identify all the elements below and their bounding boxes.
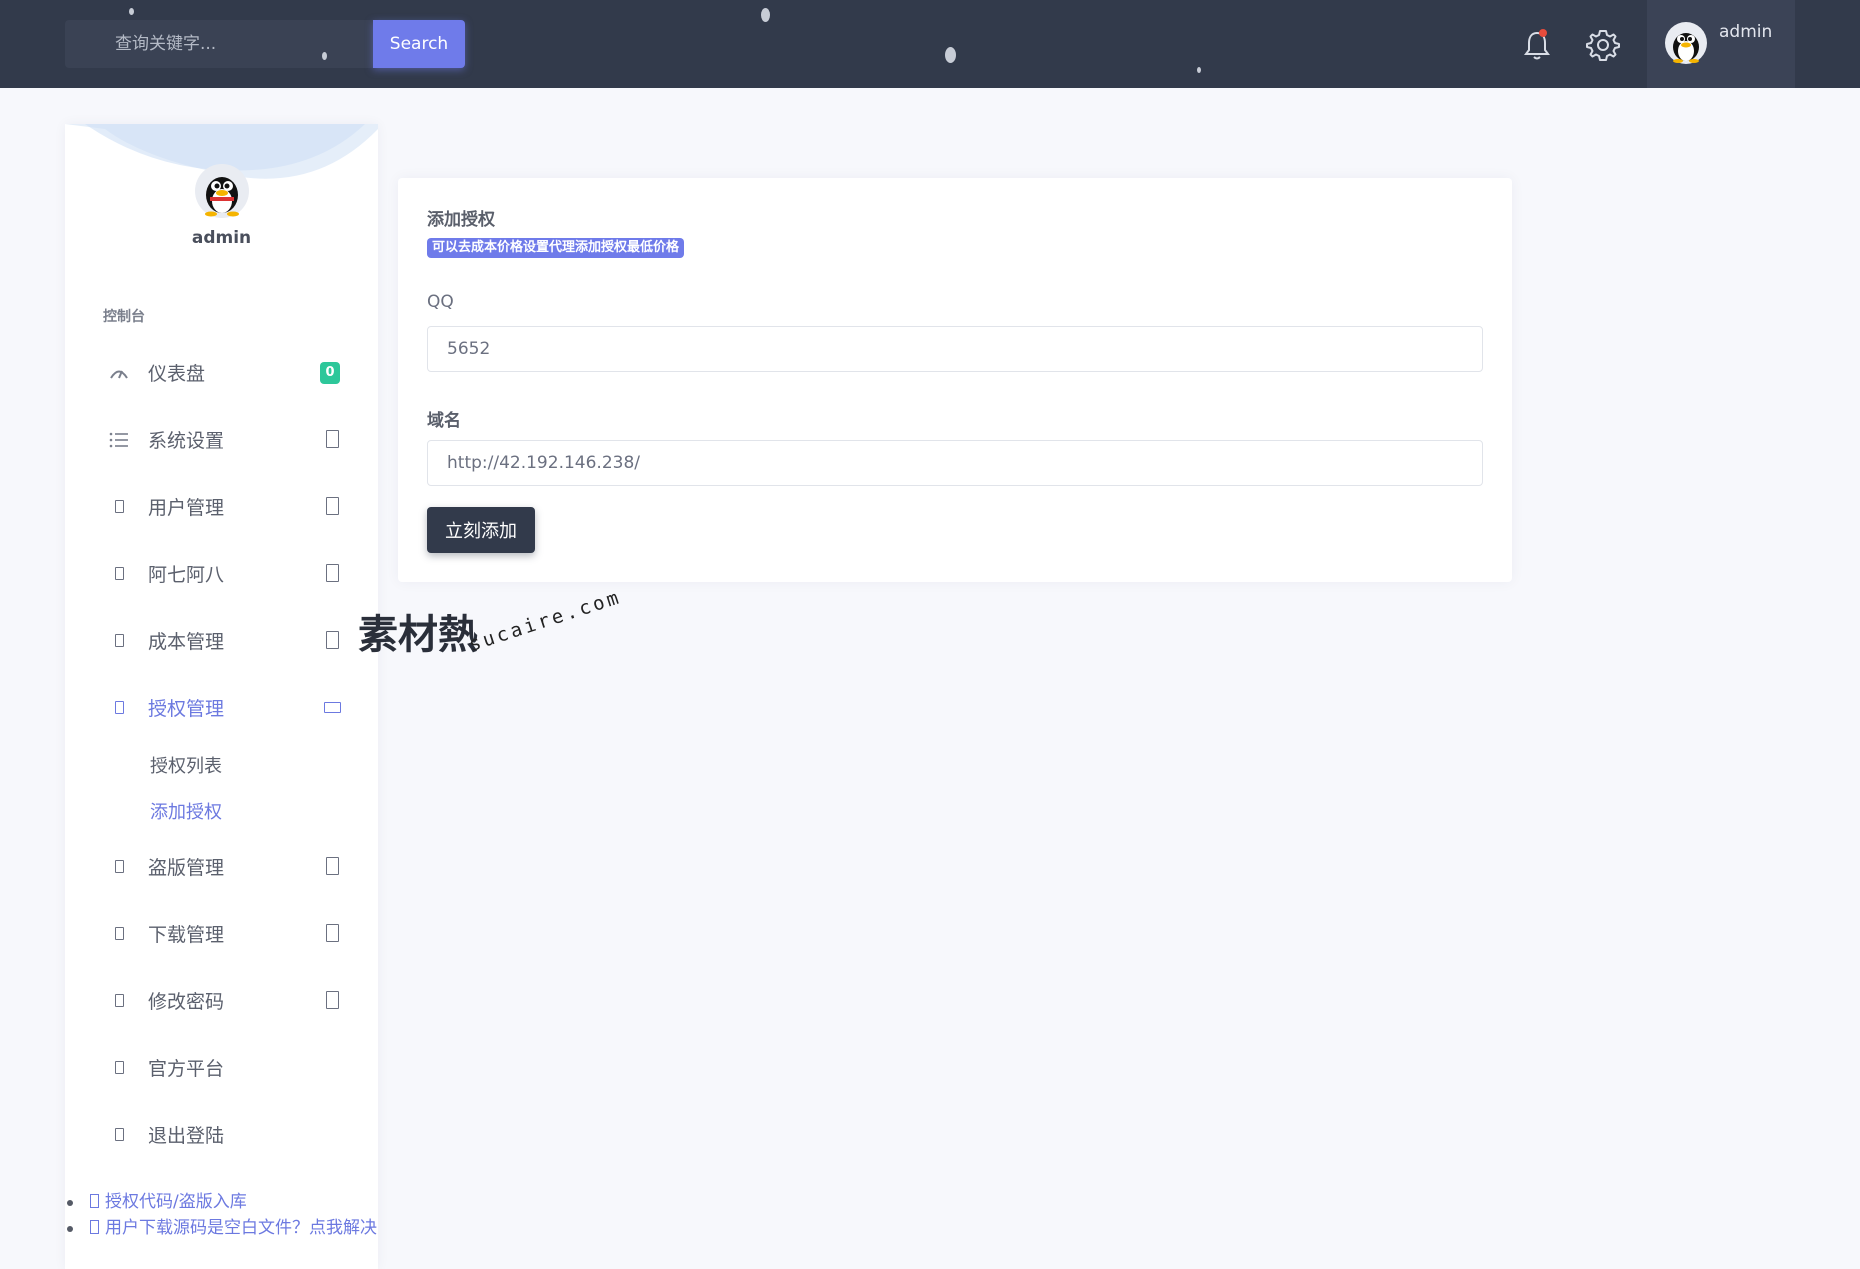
watermark-cn: 素材熱 <box>358 612 478 658</box>
expand-icon <box>326 631 339 649</box>
sidebar-item-label: 成本管理 <box>148 631 225 653</box>
count-badge: 0 <box>320 362 340 384</box>
submenu-item-license-list[interactable]: 授权列表 <box>150 752 222 778</box>
sidebar-item-user-management[interactable]: 用户管理 <box>65 482 378 532</box>
sidebar-item-aqi-aba[interactable]: 阿七阿八 <box>65 549 378 599</box>
menu-icon <box>109 497 129 517</box>
sidebar-item-label: 退出登陆 <box>148 1125 225 1147</box>
snow-dot <box>761 8 770 22</box>
expand-icon <box>326 564 339 582</box>
submenu-item-add-license[interactable]: 添加授权 <box>150 798 222 824</box>
footer-links: 授权代码/盗版入库 用户下载源码是空白文件？点我解决 <box>65 1189 378 1241</box>
link-icon <box>90 1194 99 1208</box>
user-avatar-icon <box>1665 22 1707 64</box>
sidebar-item-label: 下载管理 <box>148 924 225 946</box>
list-icon <box>109 432 128 448</box>
menu-icon <box>109 698 129 718</box>
snow-dot <box>945 47 956 63</box>
search-box <box>65 20 373 68</box>
sidebar-item-cost-management[interactable]: 成本管理 <box>65 616 378 666</box>
menu-icon <box>109 857 129 877</box>
sidebar-item-label: 修改密码 <box>148 991 225 1013</box>
sidebar-item-piracy-management[interactable]: 盗版管理 <box>65 842 378 892</box>
snow-dot <box>322 52 327 60</box>
domain-label: 域名 <box>427 411 461 431</box>
user-name: admin <box>1719 22 1773 42</box>
expand-icon <box>326 497 339 515</box>
footer-link-license-code[interactable]: 授权代码/盗版入库 <box>65 1189 378 1215</box>
expand-icon <box>326 991 339 1009</box>
menu-icon <box>109 631 129 651</box>
menu-icon <box>109 1058 129 1078</box>
qq-input[interactable] <box>427 326 1483 372</box>
profile-name: admin <box>191 228 252 248</box>
search-button[interactable]: Search <box>373 20 465 68</box>
sidebar-item-official-platform[interactable]: 官方平台 <box>65 1043 378 1093</box>
footer-link-label: 授权代码/盗版入库 <box>105 1192 247 1212</box>
sidebar-item-logout[interactable]: 退出登陆 <box>65 1110 378 1160</box>
sidebar-item-download-management[interactable]: 下载管理 <box>65 909 378 959</box>
add-now-button[interactable]: 立刻添加 <box>427 507 535 553</box>
menu-icon <box>109 924 129 944</box>
menu-icon <box>109 564 129 584</box>
sidebar-item-label: 系统设置 <box>148 430 225 452</box>
collapse-icon <box>324 702 341 713</box>
sidebar-item-label: 授权管理 <box>148 698 225 720</box>
menu-icon <box>109 991 129 1011</box>
link-icon <box>90 1220 99 1234</box>
footer-link-label: 用户下载源码是空白文件？点我解决 <box>105 1218 377 1238</box>
settings-gear-icon[interactable] <box>1586 28 1620 62</box>
sidebar-item-license-management[interactable]: 授权管理 <box>65 683 378 733</box>
expand-icon <box>326 857 339 875</box>
sidebar-item-label: 用户管理 <box>148 497 225 519</box>
sidebar-item-system-settings[interactable]: 系统设置 <box>65 415 378 465</box>
watermark: 素材熱 sucaire.com <box>358 586 624 672</box>
sidebar: admin 控制台 仪表盘 0 系统设置 用户管理 阿七阿八 成本管理 授权管理… <box>65 124 378 1269</box>
footer-link-blank-file-help[interactable]: 用户下载源码是空白文件？点我解决 <box>65 1215 378 1241</box>
sidebar-item-change-password[interactable]: 修改密码 <box>65 976 378 1026</box>
sidebar-item-label: 阿七阿八 <box>148 564 225 586</box>
user-menu[interactable]: admin <box>1647 0 1795 88</box>
notification-bell-icon[interactable] <box>1522 28 1552 62</box>
add-license-card: 添加授权 可以去成本价格设置代理添加授权最低价格 QQ 域名 立刻添加 <box>398 178 1512 582</box>
card-title: 添加授权 <box>427 210 495 230</box>
price-note-badge: 可以去成本价格设置代理添加授权最低价格 <box>427 238 685 258</box>
expand-icon <box>326 924 339 942</box>
domain-input[interactable] <box>427 440 1483 486</box>
section-title: 控制台 <box>103 309 145 325</box>
expand-icon <box>326 430 339 448</box>
snow-dot <box>1197 67 1201 73</box>
search-input[interactable] <box>65 20 373 68</box>
menu-icon <box>109 1125 129 1145</box>
qq-label: QQ <box>427 292 454 312</box>
sidebar-item-label: 仪表盘 <box>148 363 206 385</box>
sidebar-item-label: 盗版管理 <box>148 857 225 879</box>
dashboard-icon <box>110 370 128 379</box>
snow-dot <box>129 8 134 15</box>
notification-dot <box>1539 29 1547 37</box>
watermark-en: sucaire.com <box>466 585 625 656</box>
sidebar-item-dashboard[interactable]: 仪表盘 0 <box>65 348 378 398</box>
profile-avatar-icon <box>195 164 249 218</box>
sidebar-item-label: 官方平台 <box>148 1058 225 1080</box>
top-navbar: Search admin <box>0 0 1860 88</box>
